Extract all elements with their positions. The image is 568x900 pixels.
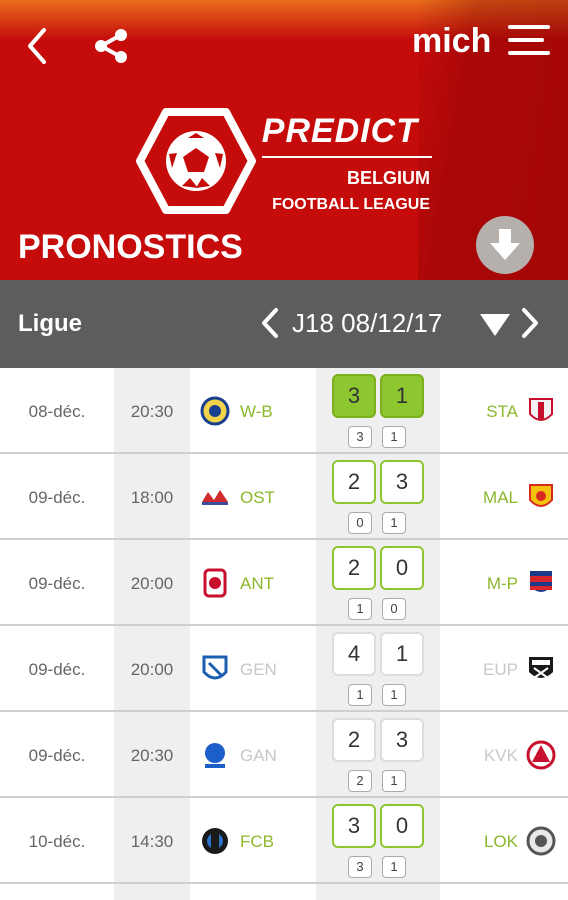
back-button[interactable] [22, 26, 56, 66]
league-label[interactable]: Ligue [18, 310, 82, 338]
match-date: 09-déc. [28, 660, 86, 679]
away-actual-score: 0 [382, 598, 406, 620]
home-team-logo [200, 482, 230, 512]
away-prediction-input[interactable]: 1 [380, 632, 424, 676]
home-prediction-input[interactable]: 3 [332, 374, 376, 418]
download-arrow-icon [490, 229, 520, 260]
app-header: mich PREDICT BELGIUM FOOTBALL LEAGUE PRO… [0, 0, 568, 280]
home-team-logo [200, 740, 230, 770]
away-actual-score: 1 [382, 426, 406, 448]
away-team-logo [526, 568, 556, 598]
brand-name: PREDICT [261, 112, 418, 150]
match-time: 20:30 [130, 402, 174, 421]
away-actual-score: 1 [382, 770, 406, 792]
home-team-name: OST [240, 488, 275, 507]
away-prediction-input[interactable]: 3 [380, 718, 424, 762]
match-time: 20:00 [130, 574, 174, 593]
away-actual-score: 1 [382, 512, 406, 534]
home-actual-score: 1 [348, 598, 372, 620]
home-team-logo [200, 568, 230, 598]
away-team-name: MAL [483, 488, 518, 507]
round-label[interactable]: J18 08/12/17 [292, 308, 442, 339]
match-date: 09-déc. [28, 746, 86, 765]
home-actual-score: 1 [348, 684, 372, 706]
round-dropdown-button[interactable] [478, 312, 512, 338]
back-arrow-icon [28, 28, 46, 64]
away-prediction-input[interactable]: 0 [380, 804, 424, 848]
home-team-name: GEN [240, 660, 277, 679]
menu-button[interactable] [508, 22, 552, 62]
triangle-down-icon [480, 314, 510, 336]
chevron-left-icon [262, 308, 278, 338]
match-list: 08-déc. 20:30 W-B 3 1 3 1 STA 09-déc. 18:00 OST 2 3 0… [0, 368, 568, 900]
match-row[interactable]: 08-déc. 20:30 W-B 3 1 3 1 STA [0, 368, 568, 454]
away-team-logo [526, 654, 556, 684]
away-team-logo [526, 396, 556, 426]
username-label[interactable]: mich [412, 22, 491, 61]
football-hexagon-logo [136, 106, 256, 216]
hamburger-menu-icon [508, 25, 550, 55]
brand-divider [262, 156, 432, 158]
next-round-button[interactable] [518, 306, 542, 340]
share-button[interactable] [92, 28, 130, 64]
page-title: PRONOSTICS [18, 228, 243, 266]
match-time: 14:30 [130, 832, 174, 851]
away-actual-score: 1 [382, 684, 406, 706]
home-team-name: GAN [240, 746, 277, 765]
row-divider [0, 882, 568, 884]
away-team-name: LOK [483, 832, 518, 851]
away-team-name: STA [486, 402, 518, 421]
home-prediction-input[interactable]: 2 [332, 718, 376, 762]
match-row[interactable]: 09-déc. 20:00 GEN 4 1 1 1 EUP [0, 626, 568, 712]
home-actual-score: 0 [348, 512, 372, 534]
match-row[interactable]: 10-déc. 14:30 FCB 3 0 3 1 LOK [0, 798, 568, 884]
home-team-logo [200, 654, 230, 684]
home-prediction-input[interactable]: 2 [332, 546, 376, 590]
previous-round-button[interactable] [258, 306, 282, 340]
round-selector-bar: Ligue J18 08/12/17 [0, 280, 568, 368]
match-date: 08-déc. [28, 402, 86, 421]
away-team-logo [526, 482, 556, 512]
home-team-logo [200, 826, 230, 856]
home-team-name: ANT [240, 574, 274, 593]
away-actual-score: 1 [382, 856, 406, 878]
away-team-name: KVK [483, 746, 518, 765]
home-team-name: FCB [240, 832, 274, 851]
home-actual-score: 3 [348, 856, 372, 878]
away-team-name: M-P [486, 574, 518, 593]
brand-block: PREDICT BELGIUM FOOTBALL LEAGUE [262, 112, 434, 220]
match-date: 09-déc. [28, 488, 86, 507]
away-prediction-input[interactable]: 0 [380, 546, 424, 590]
home-team-name: W-B [240, 402, 273, 421]
match-row[interactable]: 09-déc. 18:00 OST 2 3 0 1 MAL [0, 454, 568, 540]
match-row[interactable]: 09-déc. 20:30 GAN 2 3 2 1 KVK [0, 712, 568, 798]
match-time: 20:00 [130, 660, 174, 679]
download-button[interactable] [476, 216, 534, 274]
home-prediction-input[interactable]: 2 [332, 460, 376, 504]
away-team-logo [526, 826, 556, 856]
share-icon [95, 29, 127, 63]
home-prediction-input[interactable]: 4 [332, 632, 376, 676]
match-time: 20:30 [130, 746, 174, 765]
match-row[interactable]: 09-déc. 20:00 ANT 2 0 1 0 M-P [0, 540, 568, 626]
home-actual-score: 2 [348, 770, 372, 792]
match-date: 10-déc. [28, 832, 86, 851]
away-team-name: EUP [483, 660, 518, 679]
brand-league: FOOTBALL LEAGUE [272, 196, 430, 213]
home-actual-score: 3 [348, 426, 372, 448]
away-team-logo [526, 740, 556, 770]
match-time: 18:00 [130, 488, 174, 507]
match-date: 09-déc. [28, 574, 86, 593]
home-prediction-input[interactable]: 3 [332, 804, 376, 848]
away-prediction-input[interactable]: 3 [380, 460, 424, 504]
home-team-logo [200, 396, 230, 426]
away-prediction-input[interactable]: 1 [380, 374, 424, 418]
brand-country: BELGIUM [347, 168, 430, 188]
chevron-right-icon [522, 308, 538, 338]
